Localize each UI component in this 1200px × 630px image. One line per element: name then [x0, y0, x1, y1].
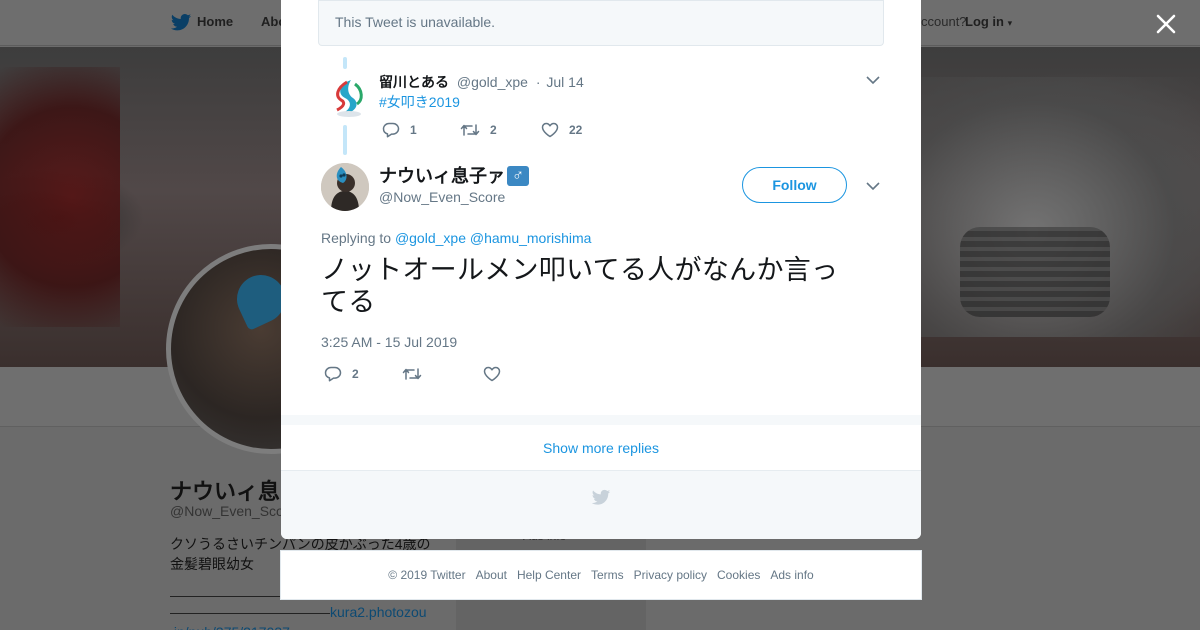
author-name-text: ナウいィ息子ァ	[379, 166, 505, 186]
reply-author-name[interactable]: 留川とある	[379, 74, 449, 90]
reply-icon	[382, 122, 400, 138]
retweet-icon	[402, 368, 422, 380]
login-label: Log in	[965, 14, 1004, 29]
show-more-replies-button[interactable]: Show more replies	[281, 425, 921, 471]
section-divider	[281, 415, 921, 425]
thread-connector-line	[343, 125, 347, 155]
reply-date[interactable]: Jul 14	[546, 74, 583, 90]
close-icon[interactable]	[1152, 10, 1180, 38]
retweet-action-button[interactable]: 2	[460, 122, 497, 138]
like-count: 22	[569, 123, 583, 137]
banner-car-grille	[960, 227, 1110, 317]
reply-avatar[interactable]	[325, 74, 373, 122]
replying-to-user-link[interactable]: @gold_xpe	[395, 230, 466, 246]
main-tweet-author-handle[interactable]: @Now_Even_Score	[379, 189, 505, 205]
reply-icon	[324, 366, 342, 382]
twitter-bird-icon	[591, 489, 611, 505]
bio-link[interactable]: kura2.photozou	[330, 604, 427, 620]
bio-link-row: kura2.photozou	[170, 602, 440, 622]
bio-link[interactable]: .jp/pub/375/217037…	[170, 622, 440, 630]
caret-down-icon: ▾	[1007, 18, 1013, 28]
reply-separator: ·	[535, 74, 541, 90]
footer-link-cookies[interactable]: Cookies	[717, 568, 760, 582]
tweet-unavailable-notice: This Tweet is unavailable.	[318, 0, 884, 46]
chevron-down-icon[interactable]	[866, 75, 880, 85]
footer-link-about[interactable]: About	[476, 568, 507, 582]
replying-to-line: Replying to @gold_xpe @hamu_morishima	[321, 230, 591, 246]
banner-car-left	[0, 67, 120, 327]
chevron-down-icon[interactable]	[866, 181, 880, 191]
tweet-text-line: てる	[321, 287, 376, 317]
nav-home[interactable]: Home	[197, 14, 233, 29]
reply-count: 1	[410, 123, 417, 137]
main-tweet-text: ノットオールメン叩いてる人がなんか言っ てる	[321, 254, 881, 318]
male-sign-emoji: ♂	[507, 166, 529, 186]
main-tweet-timestamp[interactable]: 3:25 AM - 15 Jul 2019	[321, 334, 457, 350]
heart-icon	[483, 366, 501, 382]
profile-name: ナウいィ息	[170, 479, 281, 504]
main-tweet-author-name[interactable]: ナウいィ息子ァ ♂	[379, 162, 529, 188]
footer-link-ads-info[interactable]: Ads info	[770, 568, 813, 582]
footer-link-privacy[interactable]: Privacy policy	[634, 568, 707, 582]
reply-action-button[interactable]: 2	[324, 366, 359, 382]
footer-copyright: © 2019 Twitter	[388, 568, 466, 582]
footer-link-terms[interactable]: Terms	[591, 568, 624, 582]
bio-rule	[170, 602, 330, 614]
replying-prefix: Replying to	[321, 230, 392, 246]
heart-icon	[541, 122, 559, 138]
login-link[interactable]: Log in ▾	[965, 14, 1012, 29]
reply-action-button[interactable]: 1	[382, 122, 417, 138]
footer-link-help-center[interactable]: Help Center	[517, 568, 581, 582]
main-tweet-avatar[interactable]	[321, 163, 369, 211]
like-action-button[interactable]	[483, 366, 511, 382]
thread-connector-line	[343, 57, 347, 69]
modal-footer	[281, 471, 921, 539]
site-footer: © 2019 Twitter About Help Center Terms P…	[280, 550, 922, 600]
follow-button[interactable]: Follow	[742, 167, 847, 203]
retweet-count: 2	[490, 123, 497, 137]
tweet-text-line: ノットオールメン叩いてる人がなんか言っ	[321, 255, 839, 285]
twitter-bird-icon	[170, 14, 192, 31]
account-prompt: ccount?	[921, 14, 967, 29]
tweet-permalink-modal: This Tweet is unavailable. 留川とある @gold_x…	[281, 0, 921, 539]
retweet-icon	[460, 124, 480, 136]
reply-author-handle[interactable]: @gold_xpe	[457, 74, 528, 90]
retweet-action-button[interactable]	[402, 366, 432, 382]
reply-count: 2	[352, 367, 359, 381]
reply-header: 留川とある @gold_xpe · Jul 14	[379, 72, 584, 92]
like-action-button[interactable]: 22	[541, 122, 582, 138]
profile-handle: @Now_Even_Sco	[170, 503, 284, 519]
replying-to-user-link[interactable]: @hamu_morishima	[470, 230, 592, 246]
reply-hashtag[interactable]: #女叩き2019	[379, 92, 460, 112]
